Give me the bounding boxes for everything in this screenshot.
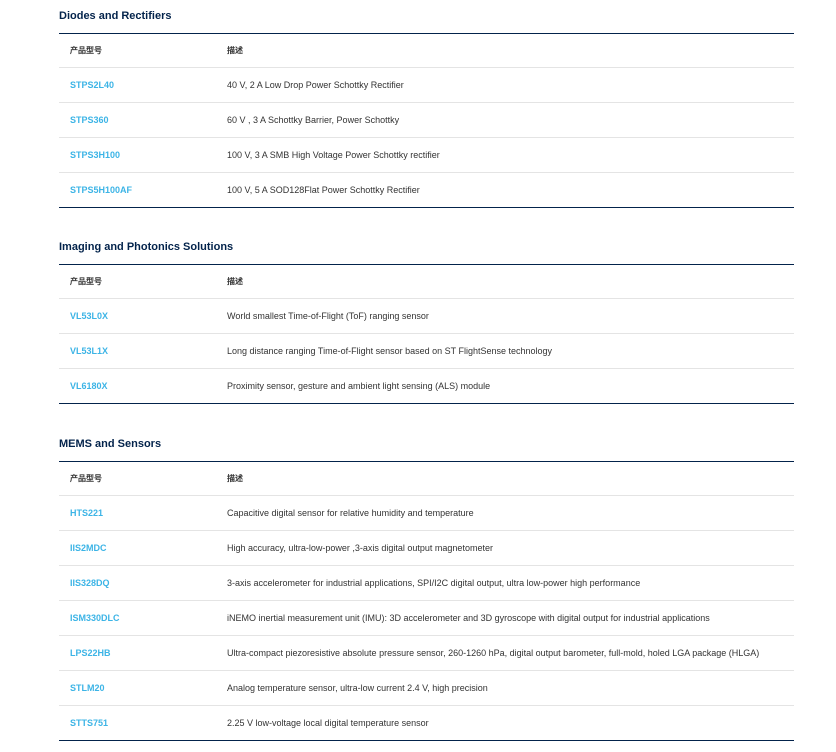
part-number-link[interactable]: STLM20 (70, 683, 105, 693)
section-title: Diodes and Rectifiers (59, 10, 172, 22)
table-row: STPS2L40 40 V, 2 A Low Drop Power Schott… (59, 67, 794, 103)
section-imaging-photonics: Imaging and Photonics Solutions 产品型号 描述 … (59, 238, 794, 404)
product-table: 产品型号 描述 HTS221 Capacitive digital sensor… (59, 461, 794, 741)
section-mems-sensors: MEMS and Sensors 产品型号 描述 HTS221 Capaciti… (59, 435, 794, 741)
product-list-page: Diodes and Rectifiers 产品型号 描述 STPS2L40 4… (0, 0, 836, 752)
table-row: STPS360 60 V , 3 A Schottky Barrier, Pow… (59, 102, 794, 138)
column-header-description: 描述 (227, 46, 243, 55)
part-number-link[interactable]: IIS328DQ (70, 578, 110, 588)
column-header-part: 产品型号 (70, 46, 102, 55)
column-header-description: 描述 (227, 474, 243, 483)
section-title: MEMS and Sensors (59, 438, 162, 450)
table-row: VL53L1X Long distance ranging Time-of-Fl… (59, 333, 794, 369)
part-description: 60 V , 3 A Schottky Barrier, Power Schot… (227, 115, 400, 125)
part-description: 40 V, 2 A Low Drop Power Schottky Rectif… (227, 80, 404, 90)
table-row: VL6180X Proximity sensor, gesture and am… (59, 368, 794, 404)
part-description: 3-axis accelerometer for industrial appl… (227, 578, 641, 588)
part-description: Analog temperature sensor, ultra-low cur… (227, 683, 488, 693)
table-row: STPS3H100 100 V, 3 A SMB High Voltage Po… (59, 137, 794, 173)
part-description: 100 V, 5 A SOD128Flat Power Schottky Rec… (227, 185, 420, 195)
part-number-link[interactable]: HTS221 (70, 508, 103, 518)
column-header-part: 产品型号 (70, 277, 102, 286)
part-description: 100 V, 3 A SMB High Voltage Power Schott… (227, 150, 440, 160)
part-description: 2.25 V low-voltage local digital tempera… (227, 718, 429, 728)
table-row: LPS22HB Ultra-compact piezoresistive abs… (59, 635, 794, 671)
table-row: STLM20 Analog temperature sensor, ultra-… (59, 670, 794, 706)
part-number-link[interactable]: STPS5H100AF (70, 185, 132, 195)
part-description: Ultra-compact piezoresistive absolute pr… (227, 648, 760, 658)
part-number-link[interactable]: VL53L0X (70, 311, 108, 321)
table-row: IIS328DQ 3-axis accelerometer for indust… (59, 565, 794, 601)
part-number-link[interactable]: VL53L1X (70, 346, 108, 356)
table-row: IIS2MDC High accuracy, ultra-low-power ,… (59, 530, 794, 566)
table-row: STPS5H100AF 100 V, 5 A SOD128Flat Power … (59, 172, 794, 208)
table-row: STTS751 2.25 V low-voltage local digital… (59, 705, 794, 741)
part-number-link[interactable]: STTS751 (70, 718, 108, 728)
column-header-description: 描述 (227, 277, 243, 286)
part-description: iNEMO inertial measurement unit (IMU): 3… (227, 613, 710, 623)
part-number-link[interactable]: IIS2MDC (70, 543, 107, 553)
table-header-row: 产品型号 描述 (59, 33, 794, 68)
part-number-link[interactable]: STPS3H100 (70, 150, 120, 160)
part-description: World smallest Time-of-Flight (ToF) rang… (227, 311, 429, 321)
section-title: Imaging and Photonics Solutions (59, 241, 234, 253)
table-row: VL53L0X World smallest Time-of-Flight (T… (59, 298, 794, 334)
part-number-link[interactable]: VL6180X (70, 381, 108, 391)
product-table: 产品型号 描述 VL53L0X World smallest Time-of-F… (59, 264, 794, 404)
table-header-row: 产品型号 描述 (59, 264, 794, 299)
part-description: Long distance ranging Time-of-Flight sen… (227, 346, 553, 356)
section-diodes-rectifiers: Diodes and Rectifiers 产品型号 描述 STPS2L40 4… (59, 7, 794, 208)
product-table: 产品型号 描述 STPS2L40 40 V, 2 A Low Drop Powe… (59, 33, 794, 208)
part-number-link[interactable]: STPS360 (70, 115, 109, 125)
part-number-link[interactable]: ISM330DLC (70, 613, 120, 623)
part-number-link[interactable]: STPS2L40 (70, 80, 114, 90)
part-number-link[interactable]: LPS22HB (70, 648, 111, 658)
table-row: ISM330DLC iNEMO inertial measurement uni… (59, 600, 794, 636)
table-header-row: 产品型号 描述 (59, 461, 794, 496)
table-row: HTS221 Capacitive digital sensor for rel… (59, 495, 794, 531)
part-description: High accuracy, ultra-low-power ,3-axis d… (227, 543, 493, 553)
part-description: Proximity sensor, gesture and ambient li… (227, 381, 491, 391)
column-header-part: 产品型号 (70, 474, 102, 483)
part-description: Capacitive digital sensor for relative h… (227, 508, 474, 518)
